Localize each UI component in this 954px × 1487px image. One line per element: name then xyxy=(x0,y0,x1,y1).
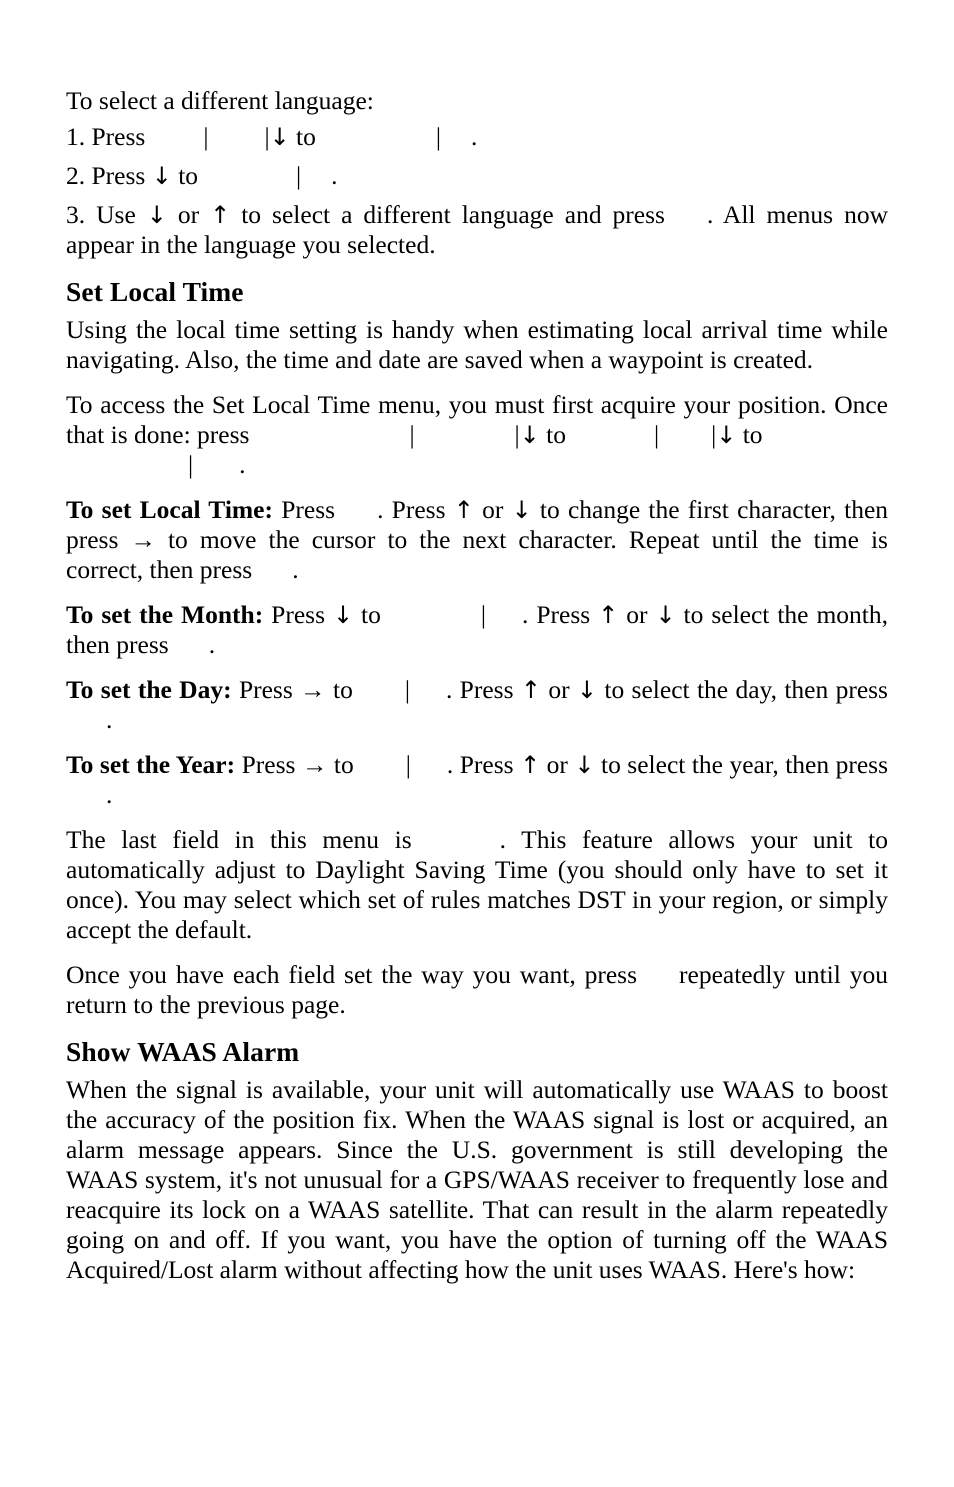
dy-part3: . Press xyxy=(445,675,521,704)
arrow-down-icon: ↓ xyxy=(151,162,172,190)
instruction-lead: To set the Year: xyxy=(66,750,236,779)
instruction-set-year: To set the Year: Press → to | . Press ↑ or… xyxy=(66,750,888,810)
arrow-down-icon: ↓ xyxy=(332,601,354,629)
step-2-period: . xyxy=(331,161,338,190)
step-2-to: to xyxy=(171,161,199,190)
exit-paragraph: Once you have each field set the way you… xyxy=(66,960,888,1020)
arrow-up-icon: ↑ xyxy=(453,496,474,524)
instruction-lead: To set the Month: xyxy=(66,600,264,629)
lt-or: or xyxy=(473,495,512,524)
set-local-time-intro: Using the local time setting is handy wh… xyxy=(66,315,888,374)
arrow-right-icon: → xyxy=(130,525,156,554)
arrow-down-icon: ↓ xyxy=(716,421,737,449)
yr-part5: . xyxy=(106,780,113,809)
mo-part2: to xyxy=(353,600,381,629)
step-1-to: to xyxy=(289,122,316,151)
yr-part1: Press xyxy=(235,750,302,779)
separator-bar: | xyxy=(404,675,410,704)
dy-part1: Press xyxy=(231,675,301,704)
dst-part1: The last field in this menu is xyxy=(66,825,412,854)
access-to2: to xyxy=(736,420,763,449)
section-heading-show-waas-alarm: Show WAAS Alarm xyxy=(66,1036,300,1067)
yr-part4: to select the year, then press xyxy=(594,750,888,779)
waas-paragraph: When the signal is available, your unit … xyxy=(66,1075,888,1284)
instruction-lead: To set the Day: xyxy=(66,675,232,704)
arrow-down-icon: ↓ xyxy=(519,421,540,449)
instruction-set-month: To set the Month: Press ↓ to | . Press ↑ o… xyxy=(66,600,888,660)
separator-bar: | xyxy=(203,122,209,151)
dst-paragraph: The last field in this menu is. This fea… xyxy=(66,825,888,945)
arrow-up-icon: ↑ xyxy=(598,601,619,629)
arrow-right-icon: → xyxy=(301,750,328,779)
instruction-set-local-time: To set Local Time: Press . Press ↑ or ↓ t… xyxy=(66,495,888,585)
lt-part5: . xyxy=(292,555,299,584)
dy-part4: to select the day, then press xyxy=(597,675,888,704)
separator-bar: | xyxy=(296,161,302,190)
arrow-up-icon: ↑ xyxy=(210,201,231,229)
yr-or: or xyxy=(540,750,575,779)
separator-bar: | xyxy=(405,750,411,779)
separator-bar: | xyxy=(409,420,415,449)
list-item: 1. Press | |↓ to |. xyxy=(66,122,888,152)
dy-or: or xyxy=(540,675,577,704)
access-to1: to xyxy=(539,420,566,449)
arrow-down-icon: ↓ xyxy=(574,751,595,779)
separator-bar: | xyxy=(480,600,487,629)
intro-lead-in: To select a different language: xyxy=(66,86,374,115)
step-3-part2: to select a different language and press xyxy=(230,200,665,229)
dy-part2: to xyxy=(325,675,353,704)
arrow-down-icon: ↓ xyxy=(146,201,167,229)
mo-part1: Press xyxy=(263,600,333,629)
document-page: To select a different language: 1. Press… xyxy=(0,0,954,1487)
arrow-up-icon: ↑ xyxy=(520,751,541,779)
set-local-time-access: To access the Set Local Time menu, you m… xyxy=(66,390,888,480)
separator-bar: | xyxy=(653,420,660,449)
arrow-down-icon: ↓ xyxy=(511,496,532,524)
separator-bar: | xyxy=(188,450,194,479)
exit-part1: Once you have each field set the way you… xyxy=(66,960,638,989)
dy-part5: . xyxy=(106,705,113,734)
separator-bar: | xyxy=(435,122,441,151)
arrow-down-icon: ↓ xyxy=(655,601,676,629)
instruction-lead: To set Local Time: xyxy=(66,495,273,524)
step-1-text: 1. Press xyxy=(66,122,146,151)
lt-part4: to move the cursor to the next character… xyxy=(66,525,888,584)
arrow-up-icon: ↑ xyxy=(520,676,541,704)
list-item: 3. Use ↓ or ↑ to select a different lang… xyxy=(66,200,888,260)
mo-or: or xyxy=(618,600,656,629)
step-3-or: or xyxy=(166,200,211,229)
lt-part2: . Press xyxy=(377,495,454,524)
instruction-set-day: To set the Day: Press → to |. Press ↑ or … xyxy=(66,675,888,735)
mo-part3: . Press xyxy=(522,600,599,629)
section-heading-set-local-time: Set Local Time xyxy=(66,276,244,307)
access-period: . xyxy=(239,450,246,479)
page-content: To select a different language: 1. Press… xyxy=(66,86,888,1285)
lt-part1: Press xyxy=(272,495,336,524)
step-1-period: . xyxy=(471,122,478,151)
yr-part3: . Press xyxy=(446,750,521,779)
arrow-down-icon: ↓ xyxy=(576,676,598,704)
access-part1: To access the Set Local Time menu, you m… xyxy=(66,390,888,449)
list-item: 2. Press ↓ to |. xyxy=(66,161,888,191)
mo-part5: . xyxy=(208,630,216,659)
step-2-text: 2. Press xyxy=(66,161,146,190)
yr-part2: to xyxy=(327,750,354,779)
step-3-part1: 3. Use xyxy=(66,200,147,229)
arrow-down-icon: ↓ xyxy=(269,123,290,151)
arrow-right-icon: → xyxy=(300,675,326,704)
